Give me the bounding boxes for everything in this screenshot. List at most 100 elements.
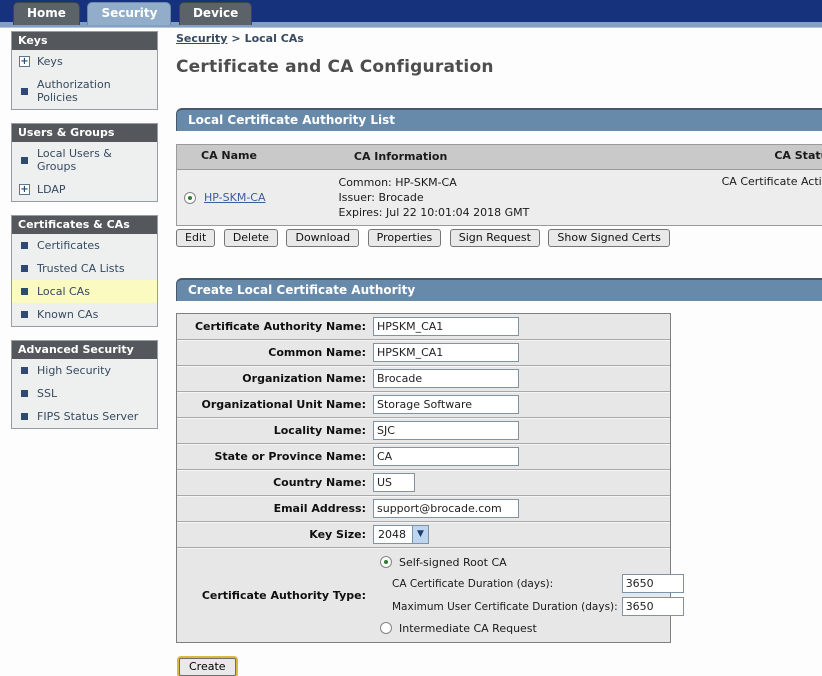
sidebar-item-label: High Security xyxy=(37,364,111,377)
square-bullet-icon xyxy=(21,88,28,95)
tab-home[interactable]: Home xyxy=(13,2,80,25)
sidebar-item-label: Known CAs xyxy=(37,308,98,321)
sidebar-item-certificates[interactable]: Certificates xyxy=(12,234,157,257)
create-button[interactable]: Create xyxy=(179,658,236,676)
sidebar-item-label: FIPS Status Server xyxy=(37,410,138,423)
ca-name-link[interactable]: HP-SKM-CA xyxy=(204,191,266,204)
maximum-user-certificate-duration-field[interactable] xyxy=(622,597,684,616)
sidebar-section-users-groups: Users & Groups Local Users & Groups + LD… xyxy=(11,123,158,202)
form-row-email-address: Email Address: xyxy=(177,495,670,521)
certificate-authority-name-field[interactable] xyxy=(373,317,519,336)
square-bullet-icon xyxy=(21,157,28,164)
expand-plus-icon[interactable]: + xyxy=(19,184,30,195)
ca-issuer: Issuer: Brocade xyxy=(339,190,715,205)
organization-name-field[interactable] xyxy=(373,369,519,388)
sidebar-section-title: Users & Groups xyxy=(12,124,157,142)
field-label: Email Address: xyxy=(177,502,373,515)
state-or-province-name-field[interactable] xyxy=(373,447,519,466)
sidebar-section-title: Certificates & CAs xyxy=(12,216,157,234)
field-label: Organizational Unit Name: xyxy=(177,398,373,411)
field-label: Locality Name: xyxy=(177,424,373,437)
sign-request-button[interactable]: Sign Request xyxy=(450,229,540,247)
square-bullet-icon xyxy=(21,413,28,420)
ca-list-section-header: Local Certificate Authority List xyxy=(176,108,822,131)
ca-certificate-duration-row: CA Certificate Duration (days): xyxy=(373,572,684,595)
breadcrumb-separator: > xyxy=(231,32,240,45)
download-button[interactable]: Download xyxy=(286,229,359,247)
field-label: Key Size: xyxy=(177,528,373,541)
ca-table-header-row: CA Name CA Information CA Status xyxy=(177,145,822,170)
sidebar-item-ldap[interactable]: + LDAP xyxy=(12,178,157,201)
sidebar-item-label: SSL xyxy=(37,387,57,400)
form-row-organization-name: Organization Name: xyxy=(177,365,670,391)
breadcrumb-current: Local CAs xyxy=(245,32,304,45)
properties-button[interactable]: Properties xyxy=(368,229,442,247)
self-signed-root-ca-radio[interactable] xyxy=(380,556,392,568)
square-bullet-icon xyxy=(21,390,28,397)
create-ca-form: Certificate Authority Name: Common Name:… xyxy=(176,313,671,643)
ca-list-actions: Edit Delete Download Properties Sign Req… xyxy=(176,229,822,247)
sidebar-item-trusted-ca-lists[interactable]: Trusted CA Lists xyxy=(12,257,157,280)
ca-row-radio[interactable] xyxy=(184,192,196,204)
field-label: Certificate Authority Type: xyxy=(177,589,373,602)
top-tab-bar: Home Security Device xyxy=(0,0,822,22)
organizational-unit-name-field[interactable] xyxy=(373,395,519,414)
sidebar-item-ssl[interactable]: SSL xyxy=(12,382,157,405)
key-size-select[interactable]: 2048 ▼ xyxy=(373,525,429,544)
main-content: Security > Local CAs Certificate and CA Co… xyxy=(176,32,822,676)
create-ca-section-header: Create Local Certificate Authority xyxy=(176,278,822,301)
sidebar-item-authorization-policies[interactable]: Authorization Policies xyxy=(12,73,157,109)
expand-plus-icon[interactable]: + xyxy=(19,56,30,67)
field-label: CA Certificate Duration (days): xyxy=(392,578,553,590)
form-row-locality-name: Locality Name: xyxy=(177,417,670,443)
ca-common-name: Common: HP-SKM-CA xyxy=(339,175,715,190)
tab-security[interactable]: Security xyxy=(87,2,171,25)
column-header-ca-status: CA Status xyxy=(767,149,822,164)
form-row-state-or-province: State or Province Name: xyxy=(177,443,670,469)
sidebar-item-known-cas[interactable]: Known CAs xyxy=(12,303,157,326)
delete-button[interactable]: Delete xyxy=(224,229,278,247)
ca-information-cell: Common: HP-SKM-CA Issuer: Brocade Expire… xyxy=(336,175,715,220)
sidebar-item-label: Keys xyxy=(37,55,63,68)
common-name-field[interactable] xyxy=(373,343,519,362)
sidebar-item-keys[interactable]: + Keys xyxy=(12,50,157,73)
tab-device[interactable]: Device xyxy=(179,2,252,25)
sidebar-item-fips-status-server[interactable]: FIPS Status Server xyxy=(12,405,157,428)
ca-certificate-duration-field[interactable] xyxy=(622,574,684,593)
sidebar-item-label: Authorization Policies xyxy=(37,78,153,104)
locality-name-field[interactable] xyxy=(373,421,519,440)
edit-button[interactable]: Edit xyxy=(176,229,215,247)
max-user-certificate-duration-row: Maximum User Certificate Duration (days)… xyxy=(373,595,684,618)
sidebar-item-local-users-groups[interactable]: Local Users & Groups xyxy=(12,142,157,178)
field-label: Country Name: xyxy=(177,476,373,489)
sidebar-section-keys: Keys + Keys Authorization Policies xyxy=(11,31,158,110)
field-label: Organization Name: xyxy=(177,372,373,385)
column-header-ca-information: CA Information xyxy=(351,149,767,164)
sidebar-item-local-cas[interactable]: Local CAs xyxy=(12,280,157,303)
show-signed-certs-button[interactable]: Show Signed Certs xyxy=(548,229,669,247)
sidebar-section-advanced-security: Advanced Security High Security SSL FIPS… xyxy=(11,340,158,429)
sidebar-item-label: LDAP xyxy=(37,183,66,196)
field-label: Certificate Authority Name: xyxy=(177,320,373,333)
radio-option-label: Intermediate CA Request xyxy=(399,622,537,635)
breadcrumb-security-link[interactable]: Security xyxy=(176,32,227,45)
page-title: Certificate and CA Configuration xyxy=(176,57,822,77)
ca-expires: Expires: Jul 22 10:01:04 2018 GMT xyxy=(339,205,715,220)
self-signed-root-ca-option[interactable]: Self-signed Root CA xyxy=(373,552,684,572)
square-bullet-icon xyxy=(21,265,28,272)
sidebar-item-high-security[interactable]: High Security xyxy=(12,359,157,382)
form-row-ca-name: Certificate Authority Name: xyxy=(177,314,670,339)
email-address-field[interactable] xyxy=(373,499,519,518)
sidebar-section-title: Advanced Security xyxy=(12,341,157,359)
intermediate-ca-request-radio[interactable] xyxy=(380,622,392,634)
column-header-ca-name: CA Name xyxy=(177,149,351,164)
sidebar-section-title: Keys xyxy=(12,32,157,50)
key-size-selected-value: 2048 xyxy=(374,526,412,543)
ca-list-table: CA Name CA Information CA Status HP-SKM-… xyxy=(176,144,822,226)
country-name-field[interactable] xyxy=(373,473,415,492)
sidebar-item-label: Local Users & Groups xyxy=(37,147,153,173)
breadcrumb: Security > Local CAs xyxy=(176,32,822,45)
intermediate-ca-request-option[interactable]: Intermediate CA Request xyxy=(373,618,684,638)
field-label: State or Province Name: xyxy=(177,450,373,463)
ca-status-cell: CA Certificate Active xyxy=(715,175,822,220)
